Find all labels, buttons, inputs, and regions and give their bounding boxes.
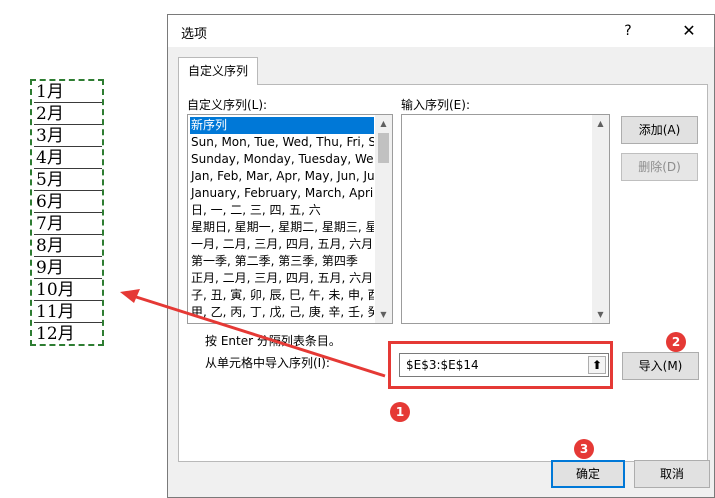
annotation-arrow	[120, 289, 386, 378]
tab-custom-lists[interactable]: 自定义序列	[178, 57, 258, 85]
step-badge-2: 2	[666, 332, 686, 352]
step-badge-1: 1	[390, 402, 410, 422]
import-range-highlight	[388, 341, 613, 389]
step-badge-3: 3	[574, 439, 594, 459]
arrow-line	[132, 294, 386, 378]
arrow-head	[120, 289, 140, 303]
